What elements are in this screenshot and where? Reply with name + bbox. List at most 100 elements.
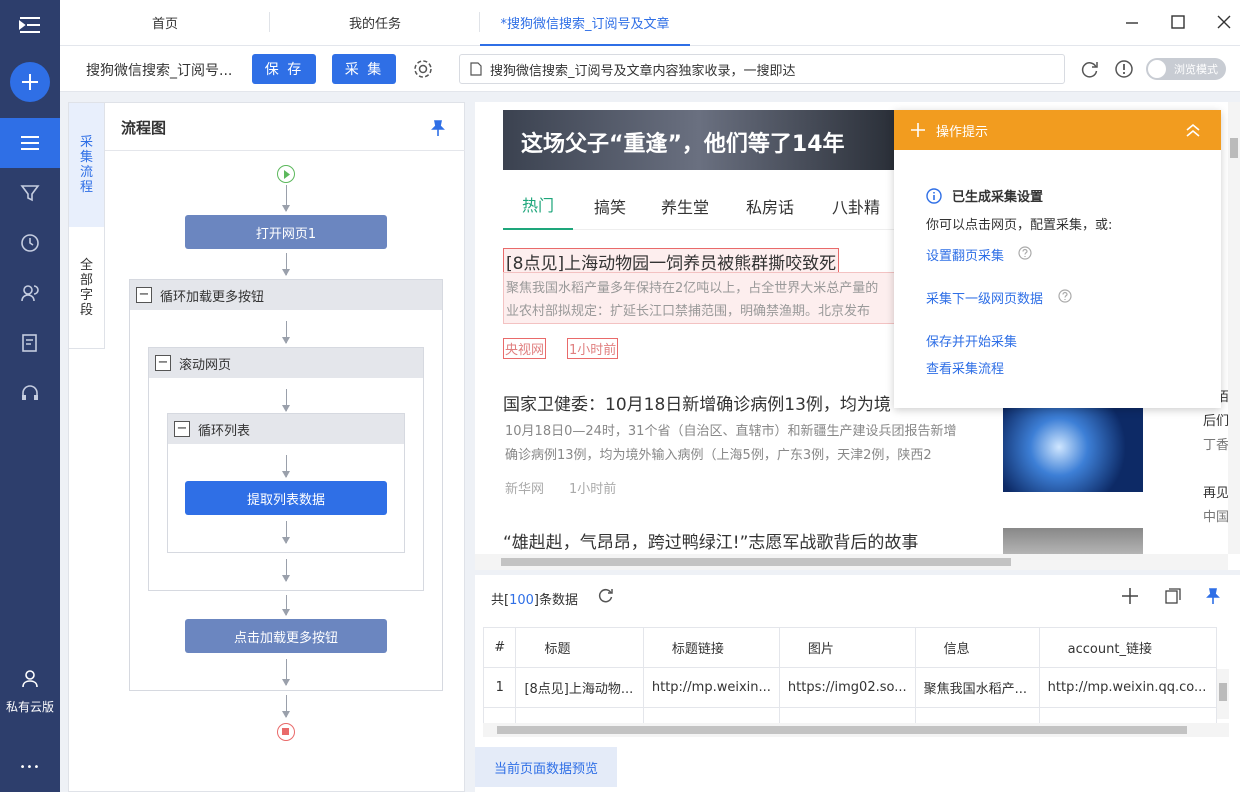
table-row[interactable]: 1 [8点见]上海动物... http://mp.weixin... https…: [483, 667, 1217, 708]
snippet-line: 10月18日0—24时，31个省（自治区、直辖市）和新疆生产建设兵团报告新增: [505, 424, 957, 439]
template-icon[interactable]: [0, 168, 60, 218]
news-title[interactable]: “雄赳赳，气昂昂，跨过鸭绿江!”志愿军战歌背后的故事: [503, 528, 943, 553]
menu-collapse-icon[interactable]: [0, 0, 60, 50]
maximize-icon[interactable]: [1168, 12, 1188, 32]
view-flow-link[interactable]: 查看采集流程: [926, 358, 1004, 377]
col-header[interactable]: 标题链接: [642, 627, 780, 668]
data-table-wrap: # 标题 标题链接 图片 信息 account_链接 1 [8点见]上海动物..…: [483, 627, 1217, 737]
table-horizontal-scrollbar[interactable]: [483, 723, 1229, 737]
table-header-row: # 标题 标题链接 图片 信息 account_链接: [483, 627, 1217, 668]
collect-button[interactable]: 采 集: [332, 54, 396, 84]
info-icon[interactable]: [1114, 59, 1134, 83]
collapse-icon[interactable]: −: [155, 355, 171, 371]
new-task-button[interactable]: [10, 62, 50, 102]
close-icon[interactable]: [1214, 12, 1234, 32]
task-list-icon[interactable]: [0, 118, 60, 168]
table-cell[interactable]: https://img02.so...: [778, 667, 916, 708]
col-header[interactable]: account_链接: [1038, 627, 1217, 668]
cat-private[interactable]: 私房话: [729, 194, 811, 218]
news-source[interactable]: 央视网: [503, 338, 547, 359]
flow-start-icon: [277, 165, 295, 183]
horizontal-scrollbar[interactable]: [475, 554, 1228, 570]
task-name[interactable]: 搜狗微信搜索_订阅号...: [86, 60, 232, 80]
news-title[interactable]: [8点见]上海动物园一饲养员被熊群撕咬致死: [503, 248, 840, 275]
help-icon[interactable]: [1018, 246, 1032, 264]
node-click-load-more[interactable]: 点击加载更多按钮: [185, 619, 387, 653]
col-header[interactable]: #: [483, 627, 517, 668]
scroll-thumb[interactable]: [1230, 138, 1238, 158]
more-icon[interactable]: •••: [0, 762, 60, 773]
tip-desc: 你可以点击网页，配置采集，或:: [926, 218, 1113, 233]
private-cloud-button[interactable]: 私有云版: [0, 668, 60, 715]
title-bar: 首页 我的任务 *搜狗微信搜索_订阅号及文章: [60, 0, 1240, 46]
minimize-icon[interactable]: [1122, 12, 1142, 32]
save-and-start-link[interactable]: 保存并开始采集: [926, 331, 1017, 350]
news-thumbnail[interactable]: [1003, 402, 1143, 492]
tab-all-fields[interactable]: 全部字段: [69, 227, 105, 349]
news-snippet[interactable]: 聚焦我国水稻产量多年保持在2亿吨以上，占全世界大米总产量的 业农村部拟规定：扩延…: [503, 272, 903, 324]
table-vertical-scrollbar[interactable]: [1217, 669, 1229, 719]
data-count: 共[100]条数据: [491, 589, 578, 608]
url-bar[interactable]: 搜狗微信搜索_订阅号及文章内容独家收录，一搜即达: [459, 54, 1065, 84]
tab-collect-flow[interactable]: 采集流程: [69, 103, 105, 227]
collect-subpage-link[interactable]: 采集下一级网页数据: [926, 288, 1043, 307]
move-icon: [911, 123, 925, 137]
data-preview-panel: 共[100]条数据 # 标题 标题链接 图片 信息 account_链接 1 […: [475, 575, 1240, 792]
table-cell[interactable]: 1: [483, 667, 517, 708]
news-banner[interactable]: 这场父子“重逢”，他们等了14年: [503, 110, 895, 170]
info-circle-icon: [926, 187, 942, 204]
tab-current-task[interactable]: *搜狗微信搜索_订阅号及文章: [480, 0, 690, 46]
scroll-thumb[interactable]: [1219, 683, 1227, 701]
cat-gossip[interactable]: 八卦精: [815, 194, 897, 218]
tab-home[interactable]: 首页: [60, 0, 270, 44]
flow-arrow: [282, 321, 290, 344]
col-header[interactable]: 图片: [778, 627, 916, 668]
cat-hot[interactable]: 热门: [503, 180, 573, 230]
tab-label: *搜狗微信搜索_订阅号及文章: [500, 16, 670, 32]
document-icon[interactable]: [0, 318, 60, 368]
settings-gear-icon[interactable]: [412, 58, 434, 80]
node-extract-list[interactable]: 提取列表数据: [185, 481, 387, 515]
count-suffix: ]条数据: [533, 593, 578, 608]
url-text: 搜狗微信搜索_订阅号及文章内容独家收录，一搜即达: [490, 63, 796, 79]
refresh-data-icon[interactable]: [597, 587, 615, 609]
cat-health[interactable]: 养生堂: [645, 194, 725, 218]
vertical-scrollbar[interactable]: [1228, 102, 1240, 554]
export-icon[interactable]: [1164, 587, 1182, 609]
table-cell[interactable]: [8点见]上海动物...: [515, 667, 644, 708]
toggle-knob: [1148, 60, 1166, 78]
news-title[interactable]: 国家卫健委：10月18日新增确诊病例13例，均为境: [503, 390, 893, 415]
table-cell[interactable]: http://mp.weixin.qq.co...: [1038, 667, 1217, 708]
news-time[interactable]: 1小时前: [567, 338, 619, 359]
browse-mode-toggle[interactable]: 浏览模式: [1146, 58, 1226, 80]
collapse-icon[interactable]: −: [136, 287, 152, 303]
tab-current-page-preview[interactable]: 当前页面数据预览: [475, 747, 617, 787]
table-cell[interactable]: 聚焦我国水稻产...: [914, 667, 1040, 708]
col-header[interactable]: 信息: [914, 627, 1040, 668]
tab-label: 我的任务: [348, 16, 401, 32]
scroll-thumb[interactable]: [501, 558, 1011, 566]
scroll-thumb[interactable]: [497, 726, 1187, 734]
help-icon[interactable]: [1058, 289, 1072, 307]
add-field-icon[interactable]: [1121, 587, 1139, 609]
cat-funny[interactable]: 搞笑: [575, 194, 645, 218]
pin-icon[interactable]: [1204, 587, 1222, 609]
user-group-icon[interactable]: [0, 268, 60, 318]
news-time: 1小时前: [569, 482, 617, 497]
table-cell[interactable]: http://mp.weixin...: [642, 667, 780, 708]
flow-end-icon: [277, 723, 295, 741]
pin-icon[interactable]: [429, 119, 447, 141]
history-icon[interactable]: [0, 218, 60, 268]
refresh-icon[interactable]: [1080, 59, 1100, 83]
save-button[interactable]: 保 存: [252, 54, 316, 84]
setup-pagination-link[interactable]: 设置翻页采集: [926, 245, 1004, 264]
toolbar: 搜狗微信搜索_订阅号... 保 存 采 集 搜狗微信搜索_订阅号及文章内容独家收…: [60, 46, 1240, 92]
collapse-icon[interactable]: −: [174, 421, 190, 437]
news-source: 新华网: [505, 482, 545, 497]
tip-header[interactable]: 操作提示: [894, 110, 1221, 150]
col-header[interactable]: 标题: [515, 627, 644, 668]
collapse-up-icon[interactable]: [1185, 122, 1201, 138]
tab-my-tasks[interactable]: 我的任务: [270, 0, 480, 44]
headset-icon[interactable]: [0, 368, 60, 418]
node-open-page[interactable]: 打开网页1: [185, 215, 387, 249]
